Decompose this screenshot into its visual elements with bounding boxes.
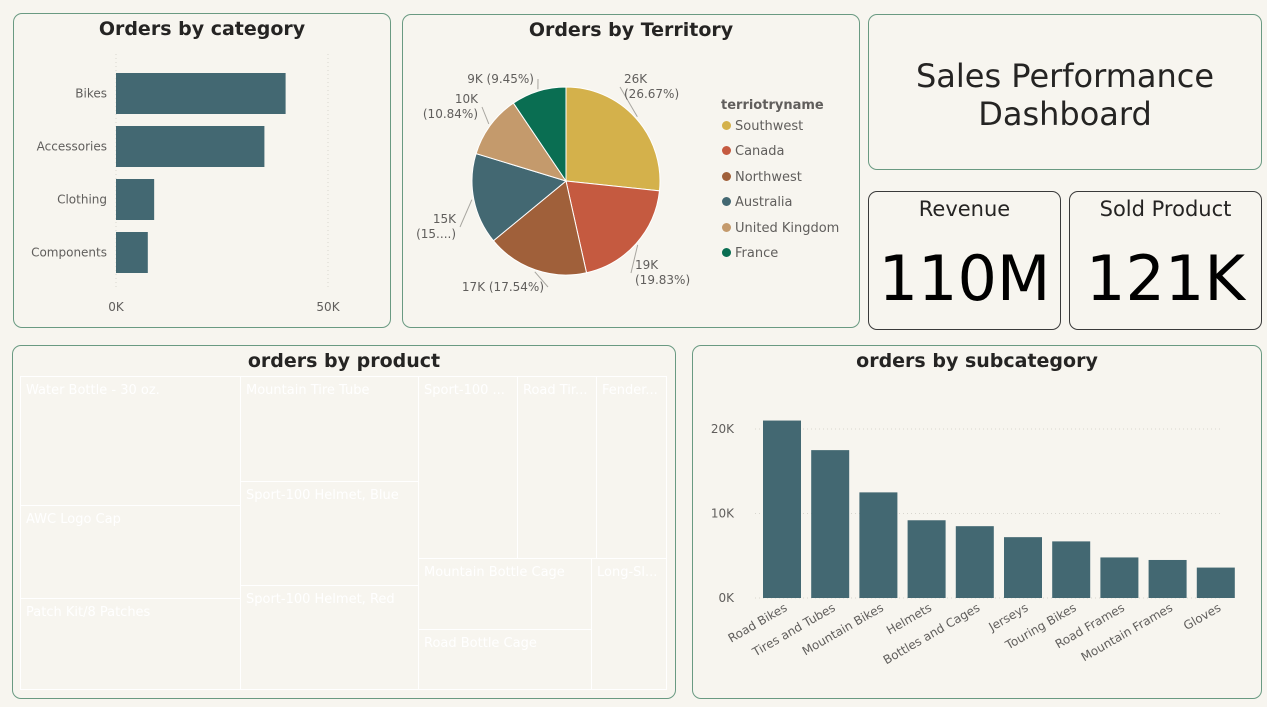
category-bar-chart[interactable]: 0K 50K Bikes Accessories Clothing Components — [14, 14, 390, 327]
bar[interactable] — [116, 179, 155, 220]
pie-data-label: 19K — [635, 258, 659, 272]
bar[interactable] — [763, 420, 801, 598]
treemap-tile-label: Fender... — [602, 383, 658, 398]
pie-leader-line — [481, 106, 490, 125]
pie-data-label: (19.83%) — [635, 273, 690, 287]
revenue-value: 110M — [878, 242, 1051, 315]
treemap-tile[interactable]: Patch Kit/8 Patches — [20, 598, 241, 690]
legend-marker — [722, 248, 731, 257]
category-chart-card: Orders by category 0K 50K Bikes Accessories… — [13, 13, 391, 328]
treemap-tile-label: Mountain Bottle Cage — [424, 565, 565, 580]
sold-product-value: 121K — [1086, 242, 1245, 315]
revenue-kpi-card: Revenue 110M — [868, 191, 1061, 330]
treemap-tile-label: Sport-100 Helmet, Blue — [246, 488, 399, 503]
x-tick-label: Mountain Frames — [1079, 600, 1176, 664]
bar[interactable] — [1052, 541, 1091, 598]
product-treemap-title: orders by product — [247, 350, 441, 372]
treemap-tile[interactable]: Long-Sl... — [591, 558, 667, 690]
treemap-tile-label: Road Bottle Cage — [424, 636, 537, 651]
bar[interactable] — [116, 73, 286, 114]
legend-item[interactable]: Australia — [722, 195, 793, 210]
bar[interactable] — [1148, 559, 1187, 598]
pie-data-label: 17K (17.54%) — [462, 280, 544, 294]
legend-label: Australia — [735, 195, 793, 211]
bar[interactable] — [955, 526, 994, 598]
treemap-tile-label: Mountain Tire Tube — [246, 383, 370, 398]
treemap-tile[interactable]: Mountain Bottle Cage — [418, 558, 592, 630]
subcategory-bar-chart[interactable]: 0K10K20KRoad BikesTires and TubesMountai… — [693, 346, 1261, 698]
bar[interactable] — [811, 450, 850, 598]
sold-product-label: Sold Product — [1099, 197, 1232, 221]
pie-data-label: (15....) — [416, 227, 456, 241]
bar[interactable] — [907, 520, 946, 598]
legend-marker — [722, 171, 731, 181]
category-label: Clothing — [57, 193, 107, 207]
treemap-tile[interactable]: Water Bottle - 30 oz. — [20, 376, 241, 506]
x-tick-label: 0K — [108, 300, 125, 314]
category-label: Components — [31, 246, 107, 260]
legend-label: United Kingdom — [735, 220, 840, 236]
treemap-tile-label: Patch Kit/8 Patches — [26, 605, 151, 620]
legend-item[interactable]: Northwest — [722, 170, 802, 185]
bar[interactable] — [1196, 567, 1235, 598]
treemap-tile[interactable]: Mountain Tire Tube — [240, 376, 419, 482]
treemap-tile-label: Sport-100 ... — [424, 383, 505, 398]
category-label: Accessories — [37, 140, 107, 154]
dashboard-title-card: Sales Performance Dashboard — [868, 14, 1262, 170]
treemap-tile[interactable]: Sport-100 ... — [418, 376, 518, 559]
y-tick-label: 0K — [718, 591, 735, 605]
treemap-tile[interactable]: Sport-100 Helmet, Blue — [240, 481, 419, 586]
treemap-tile[interactable]: Fender... — [596, 376, 667, 559]
legend-marker — [722, 222, 731, 232]
treemap-tile-label: Long-Sl... — [597, 565, 658, 580]
revenue-label: Revenue — [918, 197, 1011, 221]
treemap-tile-label: Road Tir... — [523, 383, 588, 398]
treemap-tile[interactable]: Sport-100 Helmet, Red — [240, 585, 419, 690]
bar[interactable] — [1004, 537, 1042, 598]
legend-label: Canada — [735, 144, 785, 160]
bar[interactable] — [116, 126, 265, 167]
legend-item[interactable]: France — [722, 246, 778, 261]
pie-data-label: 15K — [433, 212, 457, 226]
pie-data-label: 9K (9.45%) — [467, 72, 534, 86]
x-tick-label: Tires and Tubes — [749, 600, 838, 659]
subcategory-chart-card: orders by subcategory 0K 10K 20K Road Bikes… — [692, 345, 1262, 699]
legend-marker — [722, 121, 731, 130]
pie-slice[interactable] — [565, 86, 661, 192]
x-tick-label: Mountain Bikes — [800, 600, 886, 658]
legend-label: Northwest — [735, 169, 802, 185]
pie-data-label: (10.84%) — [423, 107, 478, 121]
category-label: Bikes — [75, 87, 107, 101]
sold-product-kpi-card: Sold Product 121K — [1069, 191, 1262, 330]
legend-item[interactable]: United Kingdom — [722, 221, 839, 236]
treemap-tile-label: Sport-100 Helmet, Red — [246, 592, 395, 607]
legend-label: Southwest — [735, 119, 804, 134]
legend-item[interactable]: Southwest — [722, 119, 803, 134]
treemap-tile-label: AWC Logo Cap — [26, 512, 121, 527]
territory-legend-title: terriotryname — [721, 98, 824, 113]
pie-data-label: 10K — [455, 92, 479, 106]
legend-label: France — [735, 246, 779, 261]
y-tick-label: 10K — [711, 507, 735, 521]
legend-marker — [722, 146, 731, 156]
pie-data-label: (26.67%) — [624, 87, 679, 101]
bar[interactable] — [859, 492, 898, 598]
treemap-tile[interactable]: AWC Logo Cap — [20, 505, 241, 599]
x-tick-label: 50K — [316, 300, 340, 314]
dashboard-title-line1: Sales Performance — [915, 57, 1215, 95]
treemap-tile-label: Water Bottle - 30 oz. — [26, 383, 160, 398]
y-tick-label: 20K — [711, 422, 735, 436]
x-tick-label: Gloves — [1181, 600, 1223, 632]
legend-marker — [722, 197, 731, 207]
legend-item[interactable]: Canada — [722, 144, 784, 159]
pie-data-label: 26K — [624, 72, 648, 86]
treemap-tile[interactable]: Road Bottle Cage — [418, 629, 592, 690]
treemap-tile[interactable]: Road Tir... — [517, 376, 597, 559]
bar[interactable] — [116, 232, 148, 273]
bar[interactable] — [1100, 557, 1139, 598]
pie-leader-line — [459, 199, 473, 228]
dashboard-title-line2: Dashboard — [978, 95, 1152, 133]
